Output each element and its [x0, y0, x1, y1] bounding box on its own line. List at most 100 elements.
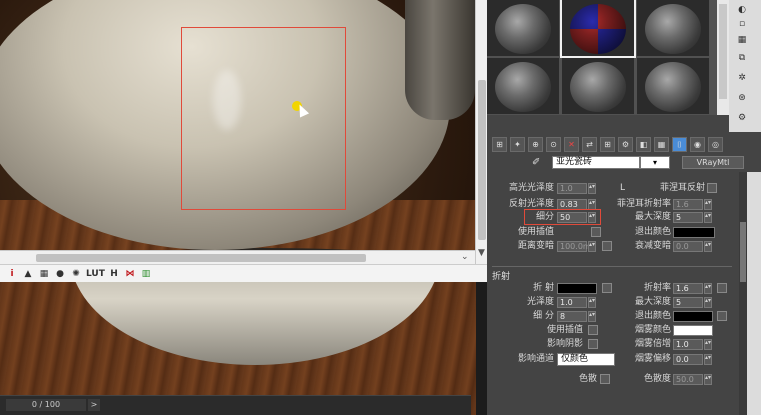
use-interp-checkbox[interactable] [591, 227, 601, 237]
parameters-scrollbar[interactable] [739, 172, 747, 415]
color-correct-icon[interactable]: ● [54, 269, 66, 279]
dim-distance-label: 距离变暗 [517, 241, 554, 251]
hilight-gloss-spinner[interactable]: ▴▾ [588, 183, 596, 194]
timeline-bar[interactable]: 0 / 100 > [0, 395, 471, 415]
refract-use-interp-label: 使用插值 [546, 325, 583, 335]
get-material-icon[interactable]: ⊞ [492, 136, 507, 152]
delete-icon[interactable]: ✕ [564, 136, 579, 152]
lut-button[interactable]: LUT [86, 269, 105, 279]
options-icon[interactable]: ⚙ [735, 112, 749, 124]
refract-exit-checkbox[interactable] [717, 311, 727, 321]
sample-slots-scrollbar[interactable] [717, 0, 729, 115]
max-depth-field[interactable]: 5 [673, 212, 703, 223]
refract-color-swatch[interactable] [557, 283, 597, 294]
sample-type-icon[interactable]: ◐ [735, 4, 749, 16]
fog-bias-field[interactable]: 0.0 [673, 354, 703, 365]
material-type-button[interactable]: VRayMtl [682, 156, 744, 169]
fresnel-ior-label: 菲涅耳折射率 [616, 199, 671, 209]
reset-map-icon[interactable]: ⊙ [546, 136, 561, 152]
right-edge-toolbar [747, 172, 761, 415]
make-unique-icon[interactable]: ⇄ [582, 136, 597, 152]
go-to-parent-icon[interactable]: ⌷ [672, 136, 687, 152]
hsv-button[interactable]: H [108, 269, 120, 279]
fog-color-swatch[interactable] [673, 325, 713, 336]
dim-falloff-spinner[interactable]: ▴▾ [704, 241, 712, 252]
sample-slot[interactable] [487, 58, 559, 114]
sample-slot[interactable] [637, 58, 709, 114]
fog-mult-spinner[interactable]: ▴▾ [704, 339, 712, 350]
material-name-dropdown[interactable]: ▾ [640, 156, 670, 169]
scrollbar-thumb[interactable] [740, 222, 746, 282]
refract-subdivs-spinner[interactable]: ▴▾ [588, 311, 596, 322]
abbe-spinner[interactable]: ▴▾ [704, 374, 712, 385]
max-depth-label: 最大深度 [634, 212, 671, 222]
refract-use-interp-checkbox[interactable] [588, 325, 598, 335]
settings-icon[interactable]: ✺ [70, 269, 82, 279]
vertical-scrollbar[interactable]: ▼ [475, 0, 487, 264]
video-check-icon[interactable]: ✲ [735, 72, 749, 84]
exit-color-swatch[interactable] [673, 227, 715, 238]
info-icon[interactable]: i [6, 269, 18, 279]
dim-distance-field[interactable]: 100.0m [557, 241, 591, 252]
frame-buffer-toolbar: i ▲ ▦ ● ✺ LUT H ⋈ ▥ [0, 264, 487, 282]
refract-exit-color-swatch[interactable] [673, 311, 713, 322]
max-depth-spinner[interactable]: ▴▾ [704, 212, 712, 223]
dispersion-checkbox[interactable] [600, 374, 610, 384]
refract-max-depth-field[interactable]: 5 [673, 297, 703, 308]
background-icon[interactable]: ▦ [735, 34, 749, 46]
dim-distance-checkbox[interactable] [602, 241, 612, 251]
abbe-field[interactable]: 50.0 [673, 374, 703, 385]
affect-channels-dropdown[interactable]: 仅颜色 [557, 353, 615, 366]
preview-icon[interactable]: ⊛ [735, 92, 749, 104]
lock-label[interactable]: L [613, 182, 625, 195]
uv-tiling-icon[interactable]: ⧉ [735, 52, 749, 64]
scroll-down-icon[interactable]: ▼ [478, 248, 485, 258]
refract-gloss-spinner[interactable]: ▴▾ [588, 297, 596, 308]
sample-slot[interactable] [562, 58, 634, 114]
refract-map-button[interactable] [602, 283, 612, 293]
horizontal-scrollbar[interactable]: ⌄ [0, 250, 475, 264]
exposure-icon[interactable]: ▦ [38, 269, 50, 279]
scrollbar-thumb[interactable] [478, 80, 486, 240]
sample-slot[interactable] [487, 0, 559, 56]
put-to-scene-icon[interactable]: ✦ [510, 136, 525, 152]
backlight-icon[interactable]: ▫ [735, 18, 749, 30]
show-map-icon[interactable]: ◧ [636, 136, 651, 152]
material-name-field[interactable]: 亚光瓷砖 [552, 156, 640, 169]
refract-max-depth-label: 最大深度 [634, 297, 671, 307]
ior-map-button[interactable] [717, 283, 727, 293]
go-forward-icon[interactable]: ◉ [690, 136, 705, 152]
put-to-library-icon[interactable]: ⊞ [600, 136, 615, 152]
fresnel-ior-spinner[interactable]: ▴▾ [704, 199, 712, 210]
sample-slot[interactable] [637, 0, 709, 56]
fresnel-checkbox[interactable] [707, 183, 717, 193]
refract-gloss-field[interactable]: 1.0 [557, 297, 587, 308]
scrollbar-thumb[interactable] [36, 254, 366, 262]
show-end-result-icon[interactable]: ▦ [654, 136, 669, 152]
material-navigator-icon[interactable]: ◎ [708, 136, 723, 152]
dim-distance-spinner[interactable]: ▴▾ [588, 241, 596, 252]
ior-field[interactable]: 1.6 [673, 283, 703, 294]
expand-icon[interactable]: ⌄ [461, 252, 469, 262]
refract-max-depth-spinner[interactable]: ▴▾ [704, 297, 712, 308]
ior-spinner[interactable]: ▴▾ [704, 283, 712, 294]
hilight-gloss-field[interactable]: 1.0 [557, 183, 587, 194]
material-id-icon[interactable]: ⚙ [618, 136, 633, 152]
affect-shadows-checkbox[interactable] [588, 339, 598, 349]
dim-falloff-field[interactable]: 0.0 [673, 241, 703, 252]
sample-slot-selected[interactable] [560, 0, 636, 58]
next-frame-button[interactable]: > [88, 399, 100, 411]
curves-icon[interactable]: ⋈ [124, 269, 136, 279]
fog-mult-field[interactable]: 1.0 [673, 339, 703, 350]
refract-subdivs-field[interactable]: 8 [557, 311, 587, 322]
scrollbar-thumb[interactable] [719, 4, 727, 99]
fresnel-ior-field[interactable]: 1.6 [673, 199, 703, 210]
histogram-icon[interactable]: ▲ [22, 269, 34, 279]
frame-counter[interactable]: 0 / 100 [6, 399, 86, 411]
affect-shadows-row: 影响阴影 烟雾倍增 1.0 ▴▾ [487, 338, 739, 351]
assign-material-icon[interactable]: ⊕ [528, 136, 543, 152]
eyedropper-icon[interactable]: ✐ [532, 157, 540, 168]
channels-icon[interactable]: ▥ [140, 269, 152, 279]
fog-bias-spinner[interactable]: ▴▾ [704, 354, 712, 365]
affect-channels-label: 影响通道 [517, 354, 554, 364]
